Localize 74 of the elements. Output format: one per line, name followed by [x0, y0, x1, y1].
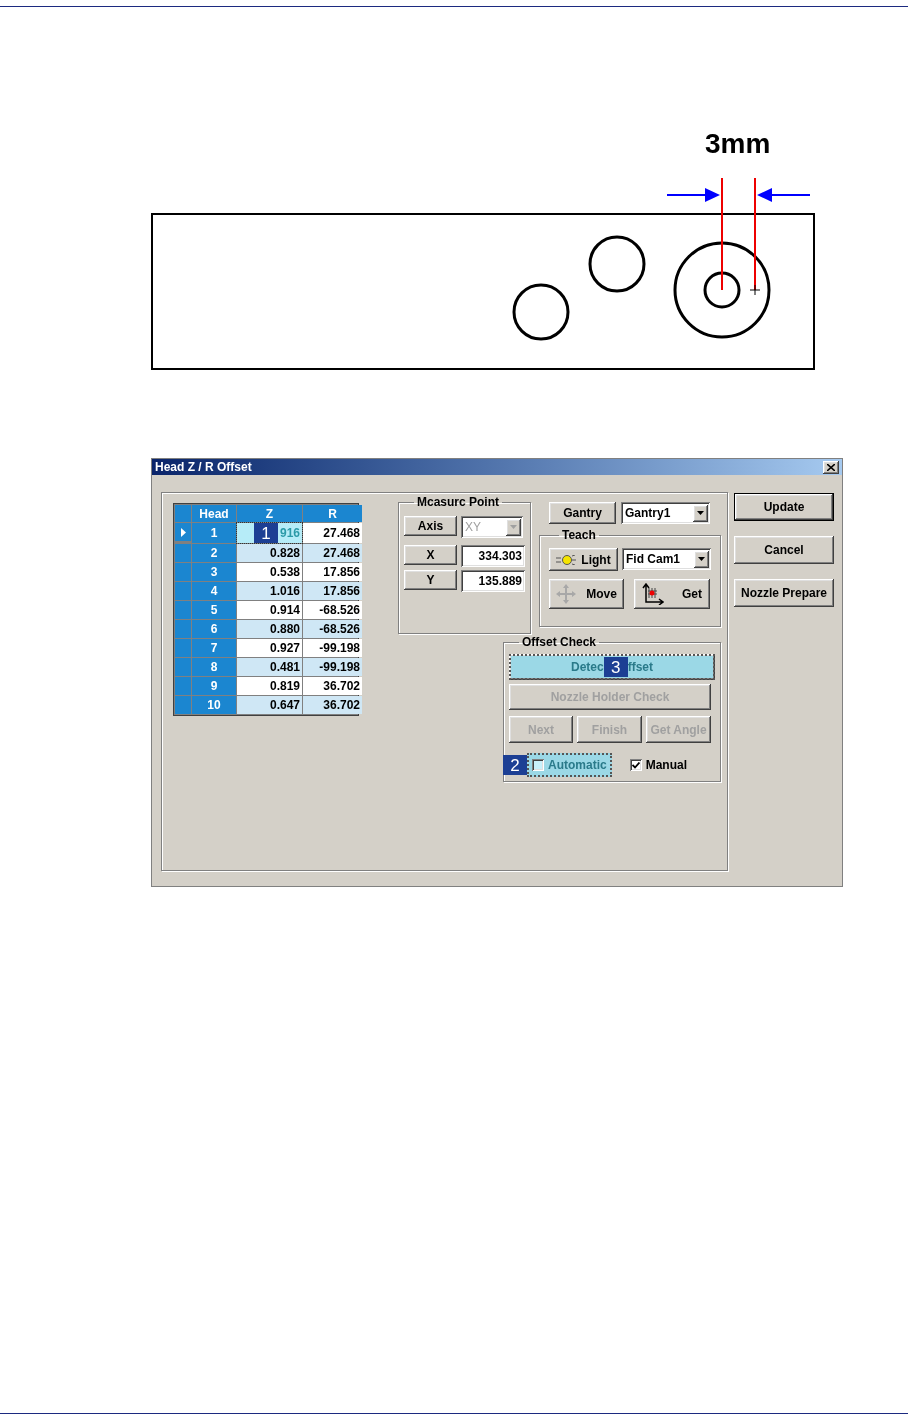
callout-number: 3 — [603, 657, 628, 677]
gantry-dropdown[interactable]: Gantry1 — [621, 502, 710, 524]
current-row-arrow-icon — [180, 527, 186, 537]
cross-mark — [749, 284, 761, 296]
close-button[interactable] — [823, 460, 839, 474]
table-cell: 0.647 — [237, 696, 302, 714]
group-title: Teach — [561, 527, 597, 544]
table-cell: 36.702 — [303, 677, 362, 695]
table-cell: 17.856 — [303, 582, 362, 600]
hole-circle — [588, 235, 646, 293]
row-header[interactable]: 5 — [192, 601, 236, 619]
table-cell: 0.819 — [237, 677, 302, 695]
coordinate-grid-icon — [642, 583, 664, 605]
table-cell: 27.468 — [303, 523, 362, 543]
cell-value: 916 — [279, 525, 300, 542]
table-cell[interactable]: 1 916 — [237, 523, 302, 543]
checkbox[interactable] — [532, 759, 544, 771]
field-label: X — [404, 545, 457, 565]
group-title: Mcasurc Point — [416, 494, 501, 511]
row-header[interactable]: 8 — [192, 658, 236, 676]
checkbox-option[interactable]: Manual — [624, 753, 692, 777]
move-button[interactable]: Move — [549, 579, 624, 609]
four-way-arrow-icon — [556, 584, 577, 604]
table-cell: 0.880 — [237, 620, 302, 638]
dialog-button[interactable]: Cancel — [734, 536, 834, 564]
table-cell: -99.198 — [303, 639, 362, 657]
close-icon — [827, 463, 835, 471]
callout-number: 2 — [503, 755, 527, 775]
table-cell: 0.927 — [237, 639, 302, 657]
camera-dropdown[interactable]: Fid Cam1 — [622, 548, 711, 570]
dimension-label: 3mm — [705, 130, 771, 158]
dimension-arrow — [666, 188, 720, 202]
y-input-field[interactable]: 135.889 — [461, 570, 525, 592]
x-input-field[interactable]: 334.303 — [461, 545, 525, 567]
column-header[interactable]: R — [303, 505, 362, 522]
light-button[interactable]: Light — [549, 548, 618, 571]
table-cell: 17.856 — [303, 563, 362, 581]
row-header[interactable]: 6 — [192, 620, 236, 638]
row-header[interactable]: 7 — [192, 639, 236, 657]
column-header[interactable]: Z — [237, 505, 302, 522]
row-header[interactable]: 1 — [192, 523, 236, 543]
row-header[interactable]: 9 — [192, 677, 236, 695]
field-label: Y — [404, 570, 457, 590]
table-cell: 27.468 — [303, 544, 362, 562]
callout-number: 1 — [253, 523, 278, 543]
table-cell: 0.914 — [237, 601, 302, 619]
field-label: Axis — [404, 516, 457, 536]
grid-corner — [175, 505, 191, 522]
dialog-button[interactable]: Nozzle Prepare — [734, 579, 834, 607]
table-cell: 0.538 — [237, 563, 302, 581]
table-cell: 36.702 — [303, 696, 362, 714]
get-button[interactable]: Get — [634, 579, 710, 609]
table-cell: -99.198 — [303, 658, 362, 676]
checkbox[interactable] — [629, 759, 642, 771]
dimension-arrow — [757, 188, 811, 202]
dialog-button[interactable]: Update — [734, 493, 834, 521]
table-cell: -68.526 — [303, 601, 362, 619]
window-title: Head Z / R Offset — [155, 459, 252, 476]
table-cell: 0.481 — [237, 658, 302, 676]
table-cell: 0.828 — [237, 544, 302, 562]
table-cell: -68.526 — [303, 620, 362, 638]
hole-circle — [512, 283, 570, 341]
row-header[interactable]: 2 — [192, 544, 236, 562]
table-cell: 1.016 — [237, 582, 302, 600]
row-header[interactable]: 3 — [192, 563, 236, 581]
field-label: Gantry — [549, 502, 616, 524]
light-bulb-icon — [556, 554, 577, 565]
group-title: Offset Check — [521, 634, 598, 651]
row-header[interactable]: 10 — [192, 696, 236, 714]
column-header[interactable]: Head — [192, 505, 236, 522]
row-indicator[interactable] — [175, 523, 191, 541]
checkbox-option[interactable]: Automatic — [527, 753, 612, 777]
action-button[interactable]: Detec 3 ffset — [509, 654, 715, 680]
row-header[interactable]: 4 — [192, 582, 236, 600]
